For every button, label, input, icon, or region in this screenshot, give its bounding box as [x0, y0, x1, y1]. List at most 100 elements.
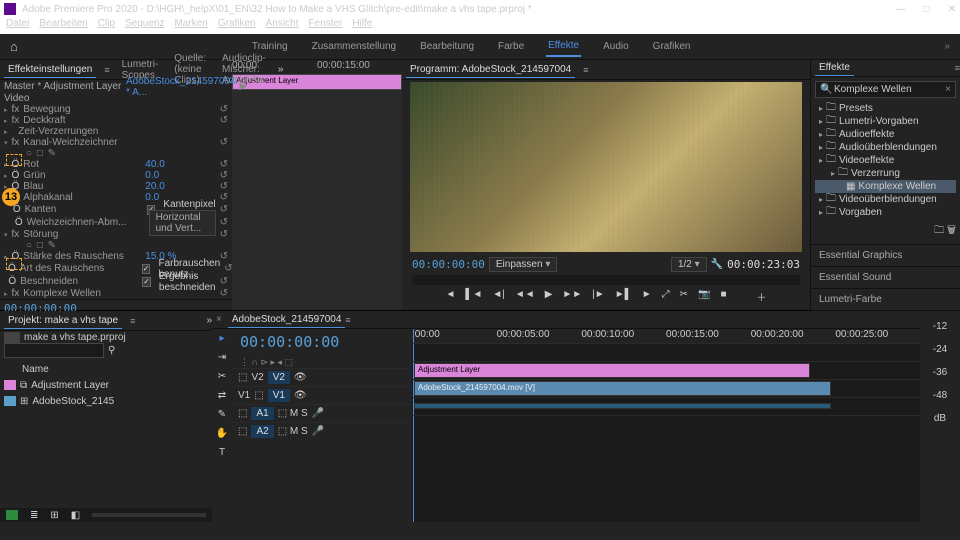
arrow-icon[interactable]: ▶: [240, 81, 248, 92]
checkbox-icon[interactable]: ✓: [142, 277, 151, 287]
panel-menu-icon[interactable]: ≡: [345, 315, 350, 325]
project-item[interactable]: ⊞AdobeStock_2145: [4, 393, 208, 409]
panel-menu-icon[interactable]: ≡: [104, 65, 109, 75]
effects-tree-node[interactable]: ▸🗀Videoeffekte: [815, 154, 956, 167]
rewind-icon[interactable]: ◄◄: [515, 289, 535, 304]
mark-out-icon[interactable]: ►: [642, 289, 652, 304]
prop-red[interactable]: Rot: [23, 159, 141, 170]
reset-icon[interactable]: ↺: [220, 170, 228, 181]
tab-sequence[interactable]: AdobeStock_214597004: [228, 312, 346, 328]
prop-noise-amount[interactable]: Stärke des Rauschens: [23, 251, 141, 262]
close-button[interactable]: ✕: [948, 4, 956, 15]
filter-icon[interactable]: ⚲: [108, 345, 115, 356]
program-timecode[interactable]: 00:00:00:00: [412, 258, 485, 271]
clip-adjustment-layer[interactable]: Adjustment Layer: [414, 363, 810, 378]
panel-menu-icon[interactable]: ≡: [130, 316, 135, 326]
timeline-lanes[interactable]: :00:0000:00:05:0000:00:10:0000:00:15:000…: [412, 329, 920, 522]
prop-blur-dim[interactable]: Weichzeichnen-Abm...: [27, 217, 145, 228]
timeline-ruler[interactable]: :00:0000:00:05:0000:00:10:0000:00:15:000…: [412, 329, 920, 343]
tabs-overflow-icon[interactable]: »: [278, 64, 284, 75]
effects-tree-node[interactable]: ▸🗀Audioüberblendungen: [815, 141, 956, 154]
clip-video[interactable]: AdobeStock_214597004.mov [V]: [414, 381, 831, 396]
menu-file[interactable]: Datei: [6, 18, 29, 34]
forward-icon[interactable]: ►►: [562, 289, 582, 304]
type-tool-icon[interactable]: T: [219, 447, 225, 458]
menu-edit[interactable]: Bearbeiten: [39, 18, 87, 34]
fit-dropdown[interactable]: Einpassen ▾: [489, 257, 558, 272]
side-panel-tab[interactable]: Lumetri-Farbe: [811, 288, 960, 310]
track-a1[interactable]: A1: [251, 407, 273, 420]
reset-icon[interactable]: ↺: [220, 217, 228, 228]
project-item[interactable]: ⧉Adjustment Layer: [4, 377, 208, 393]
workspace-overflow-icon[interactable]: »: [944, 41, 950, 52]
mask-controls[interactable]: ○ □ ✎: [26, 148, 57, 159]
tab-effect-controls[interactable]: Effekteinstellungen: [4, 62, 96, 78]
reset-icon[interactable]: ↺: [220, 181, 228, 192]
effects-search-input[interactable]: 🔍 Komplexe Wellen ×: [815, 81, 956, 98]
prop-alpha-value[interactable]: 0.0: [145, 192, 159, 203]
prop-red-value[interactable]: 40.0: [145, 159, 164, 170]
prop-green-value[interactable]: 0.0: [145, 170, 159, 181]
column-header-name[interactable]: Name: [22, 364, 49, 375]
prop-time-remap[interactable]: Zeit-Verzerrungen: [18, 126, 136, 137]
prop-motion[interactable]: Bewegung: [23, 104, 141, 115]
mask-controls[interactable]: ○ □ ✎: [26, 240, 57, 251]
reset-icon[interactable]: ↺: [220, 137, 228, 148]
next-edit-icon[interactable]: ►▌: [615, 289, 632, 304]
zoom-slider[interactable]: [92, 513, 206, 517]
play-icon[interactable]: ▶: [545, 289, 553, 304]
tab-program[interactable]: Programm: AdobeStock_214597004: [406, 62, 575, 78]
effects-tree-node[interactable]: ▸🗀Presets: [815, 102, 956, 115]
timeline-options[interactable]: ⋮ ∩ ⊳ ▸ ◂ ⬚: [232, 357, 412, 368]
effects-tree-node[interactable]: ▸🗀Videoüberblendungen: [815, 193, 956, 206]
list-view-icon[interactable]: ≣: [30, 510, 38, 521]
track-select-tool-icon[interactable]: ⇥: [218, 352, 226, 363]
ws-graphics[interactable]: Grafiken: [651, 37, 693, 56]
menu-sequence[interactable]: Sequenz: [125, 18, 164, 34]
menu-view[interactable]: Ansicht: [266, 18, 299, 34]
pen-tool-icon[interactable]: ✎: [218, 409, 226, 420]
reset-icon[interactable]: ↺: [220, 115, 228, 126]
slip-tool-icon[interactable]: ⇄: [218, 390, 226, 401]
ws-effects[interactable]: Effekte: [546, 36, 581, 57]
panel-menu-icon[interactable]: ≡: [583, 65, 588, 75]
lift-icon[interactable]: ⤢: [662, 289, 670, 304]
reset-icon[interactable]: ↺: [220, 192, 228, 203]
reset-icon[interactable]: ↺: [220, 251, 228, 262]
extract-icon[interactable]: ✂: [680, 289, 688, 304]
prop-blue[interactable]: Blau: [23, 181, 141, 192]
effects-tree-node[interactable]: ▸🗀Verzerrung: [815, 167, 956, 180]
step-fwd-icon[interactable]: |►: [592, 289, 605, 304]
ws-color[interactable]: Farbe: [496, 37, 526, 56]
track-v1[interactable]: V1: [268, 389, 290, 402]
reset-icon[interactable]: ↺: [220, 276, 228, 287]
reset-icon[interactable]: ↺: [224, 263, 232, 274]
hand-tool-icon[interactable]: ✋: [216, 428, 228, 439]
ripple-tool-icon[interactable]: ✂: [218, 371, 226, 382]
export-frame-icon[interactable]: 📷: [698, 289, 710, 304]
new-bin-icon[interactable]: 🗀: [934, 225, 944, 236]
menu-marker[interactable]: Marken: [174, 18, 207, 34]
ws-editing[interactable]: Bearbeitung: [418, 37, 476, 56]
minimize-button[interactable]: —: [896, 4, 906, 15]
prop-noise-type[interactable]: Art des Rauschens: [20, 263, 138, 274]
scrubber[interactable]: [412, 275, 800, 285]
prop-noise[interactable]: Störung: [23, 229, 141, 240]
timeline-timecode[interactable]: 00:00:00:00: [232, 331, 412, 357]
add-button-icon[interactable]: ＋: [756, 289, 766, 304]
tab-effects[interactable]: Effekte: [815, 60, 854, 76]
prop-alpha[interactable]: Alphakanal: [23, 192, 141, 203]
reset-icon[interactable]: ↺: [220, 104, 228, 115]
panel-overflow-icon[interactable]: »: [206, 315, 212, 326]
effects-tree-node[interactable]: ▦Komplexe Wellen: [815, 180, 956, 193]
checkbox-icon[interactable]: ✓: [142, 264, 151, 274]
project-search-input[interactable]: [4, 343, 104, 358]
resolution-dropdown[interactable]: 1/2 ▾: [671, 257, 707, 272]
panel-menu-icon[interactable]: ≡: [955, 63, 960, 73]
safe-margins-icon[interactable]: ■: [720, 289, 726, 304]
menu-window[interactable]: Fenster: [308, 18, 342, 34]
step-back-icon[interactable]: ◄|: [492, 289, 505, 304]
freeform-view-icon[interactable]: ◧: [71, 510, 80, 521]
track-v2[interactable]: V2: [268, 371, 290, 384]
effects-tree-node[interactable]: ▸🗀Vorgaben: [815, 206, 956, 219]
